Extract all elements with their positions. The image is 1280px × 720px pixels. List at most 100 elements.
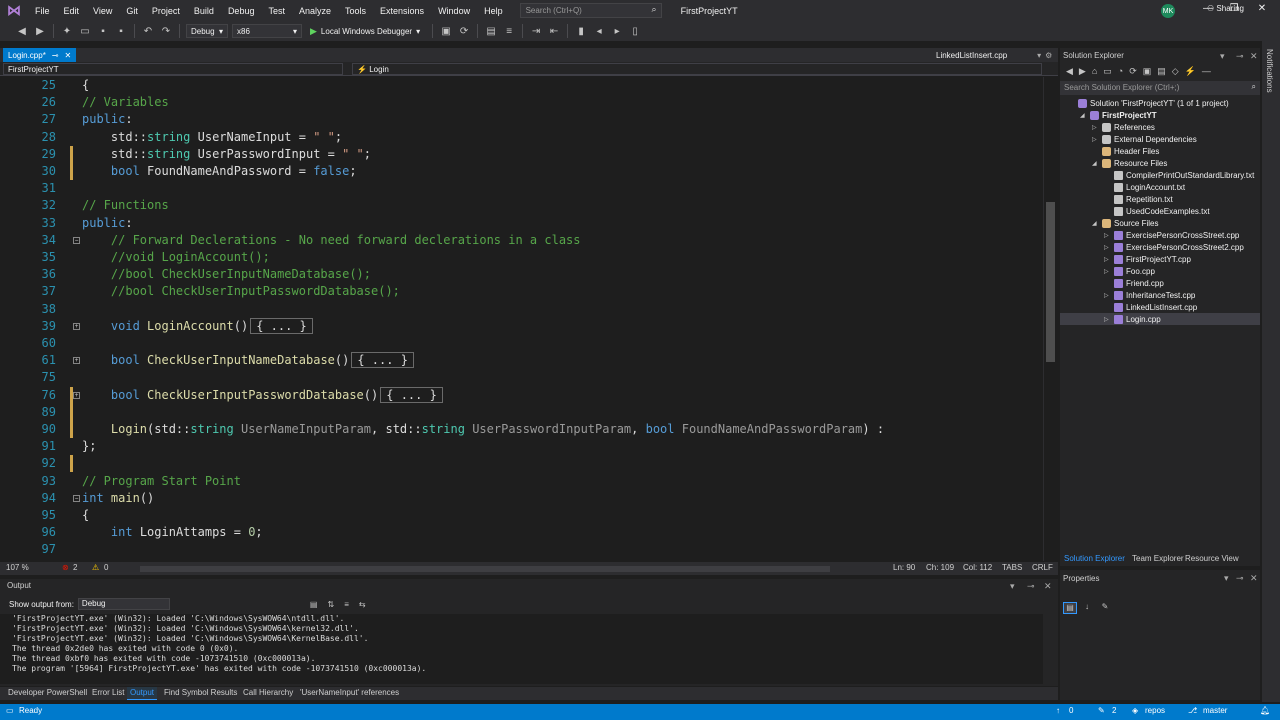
code-line[interactable]: 75 xyxy=(0,369,1043,386)
menu-item-extensions[interactable]: Extensions xyxy=(373,6,431,16)
warning-count[interactable]: 0 xyxy=(104,563,108,572)
code-line[interactable]: 26 // Variables xyxy=(0,94,1043,111)
expand-arrow-icon[interactable]: ◢ xyxy=(1092,220,1102,227)
repo-name[interactable]: repos xyxy=(1145,706,1165,715)
tree-item[interactable]: ▷ Login.cpp xyxy=(1060,313,1260,325)
menu-item-build[interactable]: Build xyxy=(187,6,221,16)
se-tab[interactable]: Team Explorer xyxy=(1132,554,1184,563)
word-wrap-icon[interactable]: ≡ xyxy=(344,600,349,609)
bookmark-prev-icon[interactable]: ◂ xyxy=(591,23,607,39)
solution-search-input[interactable]: Search Solution Explorer (Ctrl+;) ⌕ xyxy=(1060,81,1260,95)
tree-item[interactable]: ▷ ExercisePersonCrossStreet2.cpp xyxy=(1104,241,1244,253)
tree-item[interactable]: Repetition.txt xyxy=(1104,193,1173,205)
tree-item[interactable]: Header Files xyxy=(1092,145,1159,157)
line-ending[interactable]: CRLF xyxy=(1032,563,1053,572)
output-source-select[interactable]: Debug xyxy=(77,598,170,610)
props-dropdown-icon[interactable]: ▾ xyxy=(1224,573,1229,584)
bookmark-next-icon[interactable]: ▸ xyxy=(609,23,625,39)
categorized-icon[interactable]: ▤ xyxy=(1063,602,1077,614)
code-line[interactable]: 37 //bool CheckUserInputPasswordDatabase… xyxy=(0,283,1043,300)
bottom-tab[interactable]: Developer PowerShell xyxy=(5,687,90,700)
clear-output-icon[interactable]: ▤ xyxy=(310,600,318,609)
menu-item-debug[interactable]: Debug xyxy=(221,6,262,16)
se-tab[interactable]: Solution Explorer xyxy=(1064,554,1125,563)
code-line[interactable]: 38 xyxy=(0,301,1043,318)
code-line[interactable]: 31 xyxy=(0,180,1043,197)
menu-item-file[interactable]: File xyxy=(28,6,57,16)
expand-arrow-icon[interactable]: ▷ xyxy=(1104,268,1114,275)
code-line[interactable]: 90 Login(std::string UserNameInputParam,… xyxy=(0,421,1043,438)
output-dropdown-icon[interactable]: ▾ xyxy=(1010,581,1015,592)
redo-icon[interactable]: ↷ xyxy=(158,23,174,39)
se-toolbar[interactable]: ◀▶⌂▭◔⟳▣▤◇⚡— xyxy=(1066,66,1217,77)
zoom-level[interactable]: 107 % xyxy=(6,563,29,572)
tab-close-icon[interactable]: ✕ xyxy=(65,51,72,60)
expand-arrow-icon[interactable]: ◢ xyxy=(1092,160,1102,167)
se-dropdown-icon[interactable]: ▾ xyxy=(1220,51,1225,62)
search-icon[interactable]: ⌕ xyxy=(652,4,657,15)
se-tab[interactable]: Resource View xyxy=(1185,554,1239,563)
run-debugger-button[interactable]: ▶ Local Windows Debugger ▾ xyxy=(310,26,420,37)
expand-arrow-icon[interactable]: ▷ xyxy=(1104,316,1114,323)
bottom-tab[interactable]: Call Hierarchy xyxy=(240,687,296,700)
branch-name[interactable]: master xyxy=(1203,706,1227,715)
settings-icon[interactable]: ⚙ xyxy=(1045,51,1052,60)
outline-toggle-icon[interactable]: − xyxy=(73,236,80,244)
code-editor[interactable]: 25{26// Variables 27 public: 28 std::string… xyxy=(0,77,1043,561)
open-icon[interactable]: ▭ xyxy=(77,23,93,39)
output-text[interactable]: 'FirstProjectYT.exe' (Win32): Loaded 'C:… xyxy=(0,614,1043,684)
search-input[interactable]: Search (Ctrl+Q) ⌕ xyxy=(519,3,662,18)
platform-select[interactable]: x86 ▾ xyxy=(232,24,302,38)
editor-vertical-scrollbar[interactable] xyxy=(1043,77,1058,561)
tree-item[interactable]: ▷ Foo.cpp xyxy=(1104,265,1155,277)
code-line[interactable]: 89 xyxy=(0,403,1043,421)
save-icon[interactable]: ▪ xyxy=(95,23,111,39)
tree-item[interactable]: Friend.cpp xyxy=(1104,277,1164,289)
refresh-icon[interactable]: ⟳ xyxy=(456,23,472,39)
camera-icon[interactable]: ▣ xyxy=(438,23,454,39)
tree-item[interactable]: ◢ Source Files xyxy=(1092,217,1158,229)
alphabetical-icon[interactable]: ↓ xyxy=(1080,602,1094,614)
tab-linkedlistinsert[interactable]: LinkedListInsert.cpp ▾ ⚙ xyxy=(932,48,1056,62)
menu-item-view[interactable]: View xyxy=(86,6,119,16)
code-line[interactable]: 91}; xyxy=(0,438,1043,455)
code-line[interactable]: 27 public: xyxy=(0,111,1043,128)
menu-item-edit[interactable]: Edit xyxy=(57,6,87,16)
bottom-tab[interactable]: Output xyxy=(127,687,158,700)
code-line[interactable]: 25 { xyxy=(0,77,1043,94)
outline-toggle-icon[interactable]: + xyxy=(73,357,80,365)
output-close-icon[interactable]: ✕ xyxy=(1044,581,1052,592)
tree-item[interactable]: ◢ FirstProjectYT xyxy=(1080,109,1157,121)
notifications-label[interactable]: Notifications xyxy=(1265,49,1274,93)
save-all-icon[interactable]: ▪ xyxy=(113,23,129,39)
tab-login-cpp[interactable]: Login.cpp* ⊸ ✕ xyxy=(3,48,77,62)
bottom-tab[interactable]: Error List xyxy=(89,687,127,700)
expand-arrow-icon[interactable]: ▷ xyxy=(1104,244,1114,251)
code-line[interactable]: 30 bool FoundNameAndPassword = false; xyxy=(0,163,1043,180)
menu-item-window[interactable]: Window xyxy=(431,6,477,16)
outline-toggle-icon[interactable]: + xyxy=(73,391,80,399)
menu-item-project[interactable]: Project xyxy=(145,6,187,16)
changes-count[interactable]: 2 xyxy=(1112,706,1116,715)
tree-item[interactable]: LoginAccount.txt xyxy=(1104,181,1185,193)
code-line[interactable]: 34 − // Forward Declerations - No need fo… xyxy=(0,232,1043,249)
tree-item[interactable]: ▷ External Dependencies xyxy=(1092,133,1197,145)
code-line[interactable]: 36 //bool CheckUserInputNameDatabase(); xyxy=(0,266,1043,283)
avatar[interactable]: MK xyxy=(1161,4,1175,18)
code-line[interactable]: 28 std::string UserNameInput = " "; xyxy=(0,129,1043,146)
code-line[interactable]: 92 xyxy=(0,455,1043,473)
browser-icon[interactable]: ▤ xyxy=(483,23,499,39)
outline-toggle-icon[interactable]: − xyxy=(73,494,80,502)
bottom-tab[interactable]: Find Symbol Results xyxy=(161,687,240,700)
toggle-wrap-icon[interactable]: ⇆ xyxy=(359,600,366,609)
back-icon[interactable]: ◀ xyxy=(14,23,30,39)
menu-item-tools[interactable]: Tools xyxy=(338,6,373,16)
code-line[interactable]: 95 { xyxy=(0,507,1043,524)
code-line[interactable]: 93 // Program Start Point xyxy=(0,473,1043,490)
code-line[interactable]: 35 //void LoginAccount(); xyxy=(0,249,1043,266)
bell-icon[interactable]: 🔔︎ xyxy=(1260,706,1270,715)
tree-item[interactable]: ▷ FirstProjectYT.cpp xyxy=(1104,253,1191,265)
unpushed-count[interactable]: 0 xyxy=(1069,706,1073,715)
code-line[interactable]: 96 int LoginAttamps = 0; xyxy=(0,524,1043,541)
code-line[interactable]: 61 + bool CheckUserInputNameDatabase(){ .… xyxy=(0,352,1043,369)
